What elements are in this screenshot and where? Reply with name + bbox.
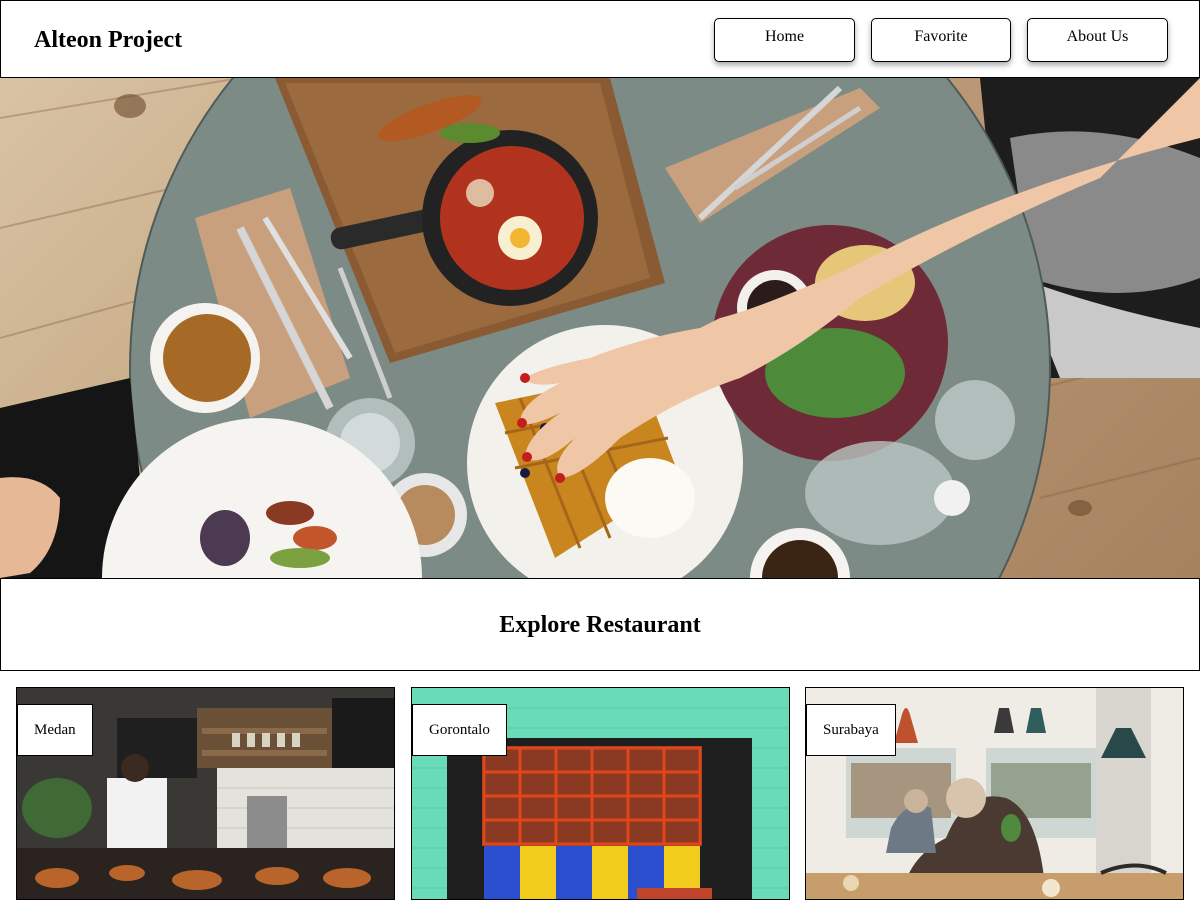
nav-home-button[interactable]: Home	[714, 18, 855, 62]
hero-food-table-image	[0, 78, 1200, 578]
explore-section: Explore Restaurant	[0, 578, 1200, 671]
brand-logo-text[interactable]: Alteon Project	[34, 25, 182, 55]
city-label: Medan	[17, 704, 93, 756]
section-title: Explore Restaurant	[499, 612, 701, 638]
city-label: Gorontalo	[412, 704, 507, 756]
restaurant-card[interactable]: Gorontalo	[411, 687, 790, 900]
restaurant-card[interactable]: Medan	[16, 687, 395, 900]
nav-favorite-button[interactable]: Favorite	[871, 18, 1011, 62]
city-label: Surabaya	[806, 704, 896, 756]
app-header: Alteon Project Home Favorite About Us	[0, 0, 1200, 78]
restaurant-card[interactable]: Surabaya	[805, 687, 1184, 900]
nav-about-button[interactable]: About Us	[1027, 18, 1168, 62]
